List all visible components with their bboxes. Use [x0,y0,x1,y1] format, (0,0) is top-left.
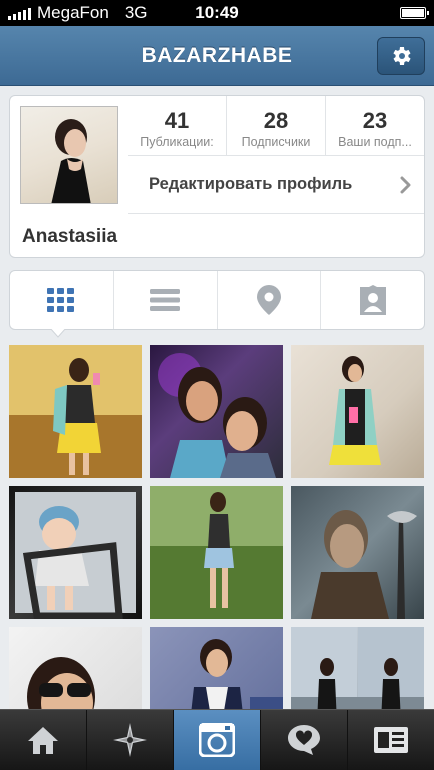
photo-thumbnail[interactable] [291,345,424,478]
battery-icon [400,7,429,19]
tab-grid-view[interactable] [10,271,113,329]
tab-list-view[interactable] [112,271,217,329]
followers-count[interactable]: 28 Подписчики [226,96,325,155]
tagged-photos-icon [359,285,386,315]
page-title: BAZARZHABE [141,44,293,67]
stat-label: Публикации: [140,135,214,149]
tab-activity[interactable] [260,710,347,770]
view-tabs [9,270,425,330]
tab-explore[interactable] [86,710,173,770]
list-icon [150,289,181,311]
location-pin-icon [256,285,281,315]
photo-thumbnail[interactable] [9,345,142,478]
following-count[interactable]: 23 Ваши подп... [325,96,424,155]
stat-value: 23 [362,108,388,133]
explore-icon [113,723,147,757]
photo-thumbnail[interactable] [9,486,142,619]
tab-map-view[interactable] [216,271,321,329]
active-tab-pointer [50,328,66,338]
posts-count[interactable]: 41 Публикации: [128,96,226,155]
network-label: 3G [124,3,148,22]
tab-camera[interactable] [173,710,260,770]
stat-value: 28 [263,108,289,133]
gear-icon [393,47,411,65]
photo-thumbnail[interactable] [150,345,283,478]
camera-icon [199,723,235,757]
photo-thumbnail[interactable] [150,486,283,619]
stat-value: 41 [164,108,190,133]
tab-home[interactable] [0,710,86,770]
photo-thumbnail[interactable] [291,486,424,619]
home-icon [28,727,58,754]
tab-profile[interactable] [347,710,434,770]
profile-icon [374,727,408,753]
stat-label: Подписчики [241,135,311,149]
carrier-label: MegaFon [37,3,109,22]
grid-icon [47,288,75,312]
profile-card: 41 Публикации: 28 Подписчики 23 Ваши под… [9,95,425,258]
stat-label: Ваши подп... [338,135,412,149]
chevron-right-icon [400,176,411,194]
edit-profile-label: Редактировать профиль [149,175,353,193]
activity-icon [288,725,320,755]
settings-button[interactable] [377,37,425,75]
profile-stats: 41 Публикации: 28 Подписчики 23 Ваши под… [128,96,424,156]
bottom-tab-bar [0,709,434,770]
status-bar: MegaFon 3G 10:49 [0,0,434,26]
navigation-bar: BAZARZHABE [0,26,434,86]
signal-strength-icon [8,6,31,20]
profile-name: Anastasiia [22,226,118,247]
avatar[interactable] [20,106,118,204]
edit-profile-button[interactable]: Редактировать профиль [128,156,424,214]
tab-tagged-photos[interactable] [320,271,424,329]
